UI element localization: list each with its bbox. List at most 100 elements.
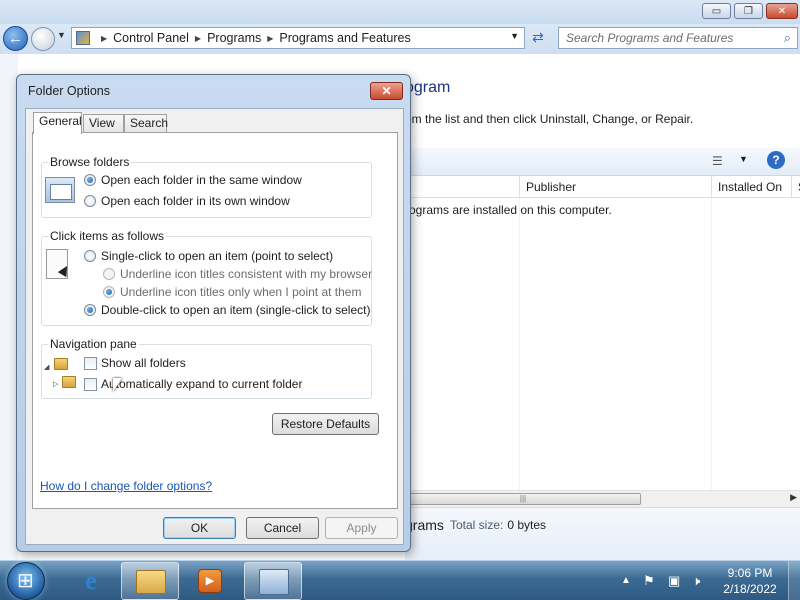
tab-general[interactable]: General xyxy=(33,112,82,134)
radio-button[interactable] xyxy=(84,250,96,262)
control-panel-icon xyxy=(76,31,90,45)
breadcrumb-programs-and-features[interactable]: Programs and Features xyxy=(279,31,410,45)
column-header-installed-on[interactable]: Installed On xyxy=(711,176,791,198)
radio-underline-browser[interactable]: Underline icon titles consistent with my… xyxy=(103,267,372,281)
radio-button-disabled[interactable] xyxy=(103,268,115,280)
restore-defaults-button[interactable]: Restore Defaults xyxy=(272,413,379,435)
network-icon[interactable]: ▣ xyxy=(668,573,680,589)
window-icon xyxy=(45,177,75,203)
view-dropdown-icon[interactable]: ▼ xyxy=(739,154,748,164)
page-instruction: om the list and then click Uninstall, Ch… xyxy=(405,112,694,126)
radio-button[interactable] xyxy=(84,195,96,207)
program-list-header: Publisher Installed On S xyxy=(405,176,800,198)
details-total-size: Total size: 0 bytes xyxy=(450,517,546,534)
radio-underline-point[interactable]: Underline icon titles only when I point … xyxy=(103,285,361,299)
column-header-size[interactable]: S xyxy=(791,176,800,198)
dialog-close-button[interactable]: ✕ xyxy=(370,82,403,100)
start-button[interactable] xyxy=(7,562,45,600)
search-input[interactable] xyxy=(559,28,769,48)
general-tab-panel: Browse folders Open each folder in the s… xyxy=(32,132,398,509)
cancel-button[interactable]: Cancel xyxy=(246,517,319,539)
folder-icon xyxy=(136,570,166,594)
show-hidden-icons-icon[interactable]: ▲ xyxy=(621,575,631,586)
window-titlebar: ▭ ❐ ✕ xyxy=(0,0,800,24)
search-icon[interactable]: ⌕ xyxy=(784,30,791,46)
chevron-right-icon[interactable]: ▶ xyxy=(195,34,201,43)
taskbar-media-player[interactable]: ▶ xyxy=(181,562,239,600)
group-label-click-items: Click items as follows xyxy=(48,229,167,243)
empty-list-message: rograms are installed on this computer. xyxy=(405,203,612,217)
group-label-navigation-pane: Navigation pane xyxy=(48,337,139,351)
close-window-button[interactable]: ✕ xyxy=(766,3,798,19)
ok-button[interactable]: OK xyxy=(163,517,236,539)
help-link[interactable]: How do I change folder options? xyxy=(40,479,212,493)
taskbar-internet-explorer[interactable]: e xyxy=(62,562,120,600)
minimize-button[interactable]: ▭ xyxy=(702,3,731,19)
folder-options-dialog: Folder Options ✕ General View Search Bro… xyxy=(16,74,411,552)
column-divider xyxy=(711,198,712,490)
checkbox-show-all-folders[interactable]: Show all folders xyxy=(84,356,186,370)
breadcrumb-programs[interactable]: Programs xyxy=(207,31,261,45)
radio-label: Underline icon titles consistent with my… xyxy=(120,267,373,281)
dialog-body: General View Search Browse folders Open … xyxy=(25,108,404,545)
checkbox[interactable] xyxy=(84,356,97,370)
command-bar: ☰ ▼ ? xyxy=(405,148,800,176)
address-dropdown-icon[interactable]: ▼ xyxy=(510,31,519,41)
chevron-right-icon[interactable]: ▶ xyxy=(101,34,107,43)
folder-icon xyxy=(62,376,76,388)
taskbar-windows-explorer[interactable] xyxy=(121,562,179,600)
chevron-right-icon[interactable]: ▶ xyxy=(267,34,273,43)
show-desktop-button[interactable] xyxy=(788,561,800,600)
page-heading: ogram xyxy=(405,79,451,96)
radio-own-window[interactable]: Open each folder in its own window xyxy=(84,194,290,208)
column-header-publisher[interactable]: Publisher xyxy=(519,176,711,198)
scroll-right-icon[interactable]: ▶ xyxy=(790,492,797,503)
scrollbar-thumb[interactable]: ||| xyxy=(405,493,641,505)
action-center-flag-icon[interactable]: ⚑ xyxy=(643,573,655,589)
total-size-value: 0 bytes xyxy=(507,518,547,532)
browse-folders-group: Browse folders Open each folder in the s… xyxy=(41,155,372,218)
radio-button-disabled[interactable] xyxy=(103,286,115,298)
tab-search[interactable]: Search xyxy=(124,114,168,133)
maximize-button[interactable]: ❐ xyxy=(734,3,763,19)
navigation-bar: ← ▼ ▶ Control Panel ▶ Programs ▶ Program… xyxy=(0,24,800,54)
radio-button-selected[interactable] xyxy=(84,174,96,186)
radio-label: Double-click to open an item (single-cli… xyxy=(101,303,371,317)
back-button[interactable]: ← xyxy=(3,26,28,51)
dialog-title: Folder Options xyxy=(28,84,110,98)
navigation-pane-group: Navigation pane ◢ ▷ Show all folders Aut… xyxy=(41,337,372,399)
help-icon[interactable]: ? xyxy=(767,151,785,169)
details-pane: grams Total size: 0 bytes xyxy=(405,507,800,560)
arrow-left-icon: ← xyxy=(8,30,23,47)
radio-button-selected[interactable] xyxy=(84,304,96,316)
radio-single-click[interactable]: Single-click to open an item (point to s… xyxy=(84,249,333,263)
taskbar-control-panel[interactable] xyxy=(244,562,302,600)
clock-date: 2/18/2022 xyxy=(723,582,777,596)
tree-collapsed-icon: ▷ xyxy=(53,381,59,388)
clock-time: 9:06 PM xyxy=(727,566,773,580)
apply-button[interactable]: Apply xyxy=(325,517,398,539)
checkbox[interactable] xyxy=(84,377,97,391)
breadcrumb-control-panel[interactable]: Control Panel xyxy=(113,31,189,45)
clock[interactable]: 9:06 PM 2/18/2022 xyxy=(716,565,784,597)
address-bar[interactable]: ▶ Control Panel ▶ Programs ▶ Programs an… xyxy=(71,27,525,49)
forward-button[interactable] xyxy=(31,27,55,51)
tab-view[interactable]: View xyxy=(83,114,124,133)
volume-muted-icon[interactable]: 🕨 xyxy=(692,573,700,589)
radio-double-click[interactable]: Double-click to open an item (single-cli… xyxy=(84,303,370,317)
tree-expanded-icon: ◢ xyxy=(44,364,50,371)
radio-label: Underline icon titles only when I point … xyxy=(120,285,362,299)
refresh-icon: ⇄ xyxy=(532,29,544,45)
recent-pages-dropdown-icon[interactable]: ▼ xyxy=(57,30,66,40)
radio-label: Open each folder in the same window xyxy=(101,173,302,187)
column-divider xyxy=(519,198,520,490)
refresh-button[interactable]: ⇄ xyxy=(528,29,548,49)
search-box[interactable]: ⌕ xyxy=(558,27,798,49)
radio-label: Open each folder in its own window xyxy=(101,194,290,208)
view-options-icon[interactable]: ☰ xyxy=(712,154,728,168)
column-header-name[interactable] xyxy=(405,176,519,198)
horizontal-scrollbar[interactable]: ||| ▶ xyxy=(405,490,800,507)
media-player-icon: ▶ xyxy=(198,569,222,593)
radio-same-window[interactable]: Open each folder in the same window xyxy=(84,173,302,187)
taskbar: e ▶ ▲ ⚑ ▣ 🕨 9:06 PM 2/18/2022 xyxy=(0,560,800,600)
